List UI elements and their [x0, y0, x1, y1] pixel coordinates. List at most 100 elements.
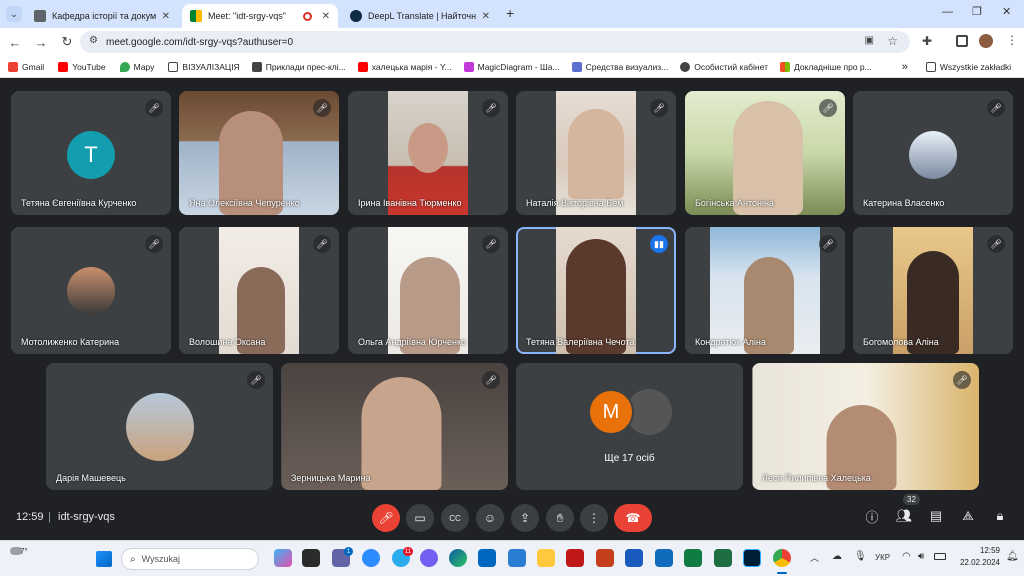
taskbar-search[interactable]: ⌕ Wyszukaj — [121, 548, 259, 570]
excel-icon[interactable] — [684, 549, 702, 567]
omnibox[interactable]: ⚙ meet.google.com/idt-srgy-vqs?authuser=… — [80, 31, 910, 53]
mic-off-icon: 🎤︎ — [819, 99, 837, 117]
maximize-button[interactable]: ❐ — [972, 5, 982, 18]
participant-tile[interactable]: 🎤︎ Кондратюк Аліна — [685, 227, 845, 354]
bookmark-pres[interactable]: Приклади прес-клі... — [251, 61, 346, 72]
participant-video — [388, 227, 468, 354]
participant-tile[interactable]: T 🎤︎ Тетяна Євгеніївна Курченко — [11, 91, 171, 215]
mic-toggle-button[interactable]: 🎤︎ — [372, 504, 400, 532]
tab-meet[interactable]: Meet: "idt-srgy-vqs" ✕ — [182, 4, 338, 28]
bookmark-folder[interactable]: ВІЗУАЛІЗАЦІЯ — [168, 61, 240, 72]
back-button[interactable]: ← — [4, 31, 26, 53]
all-bookmarks[interactable]: Wszystkie zakładki — [925, 61, 1011, 72]
tray-cloud-icon[interactable]: ☁︎ — [832, 551, 842, 562]
bookmark-microsoft[interactable]: Докладніше про р... — [779, 61, 872, 72]
photoshop-icon[interactable] — [743, 549, 761, 567]
raise-hand-button[interactable]: ✋︎ — [546, 504, 574, 532]
participant-tile[interactable]: 🎤︎ Катерина Власенко — [853, 91, 1013, 215]
reload-button[interactable]: ↻ — [56, 31, 78, 53]
notifications-icon[interactable]: 🔔︎ — [1006, 551, 1019, 562]
youtube-icon — [58, 61, 69, 72]
profile-avatar[interactable] — [979, 34, 993, 48]
word-icon[interactable] — [625, 549, 643, 567]
participant-tile[interactable]: 🎤︎ Яна Олексіївна Чепуренко — [179, 91, 339, 215]
tab-search-button[interactable]: ⌄ — [6, 6, 22, 22]
bookmarks-overflow[interactable]: » — [902, 61, 908, 73]
participant-name: Ольга Андріївна Юрченко — [358, 337, 467, 347]
site-info-icon[interactable]: ⚙ — [89, 35, 98, 46]
participant-tile[interactable]: 🎤︎ Леся Пилипівна Халецька — [752, 363, 979, 490]
activities-icon[interactable]: ⟁ — [957, 505, 979, 527]
tab-deepl[interactable]: DeepL Translate | Найточніший ✕ — [342, 4, 498, 28]
more-participants-tile[interactable]: M Ще 17 осіб — [516, 363, 743, 490]
edge-icon[interactable] — [449, 549, 467, 567]
weather-widget[interactable]: 7° — [8, 547, 34, 571]
copilot-icon[interactable] — [274, 549, 292, 567]
tray-mic-icon[interactable]: 🎙︎ — [854, 551, 867, 562]
info-icon[interactable]: ⓘ — [861, 505, 883, 527]
word-online-icon[interactable] — [508, 549, 526, 567]
camera-toggle-button[interactable]: ▭ — [406, 504, 434, 532]
extensions-icon[interactable]: ✚ — [922, 34, 934, 48]
camera-icon[interactable]: ▣ — [865, 35, 874, 46]
menu-icon[interactable]: ⋮ — [1006, 33, 1018, 47]
chat-icon[interactable]: ▤ — [925, 505, 947, 527]
participant-tile-active-speaker[interactable]: ▮▮ Тетяна Валеріївна Чечота — [516, 227, 676, 354]
clock[interactable]: 12:59 22.02.2024 — [950, 546, 1000, 567]
forward-button[interactable]: → — [30, 31, 52, 53]
host-controls-icon[interactable]: 🔒︎ — [989, 505, 1011, 527]
tray-overflow-icon[interactable]: ︿ — [810, 551, 819, 564]
bookmark-youtube[interactable]: YouTube — [58, 61, 106, 72]
bookmark-youtube-2[interactable]: халецька марія - Y... — [357, 61, 452, 72]
mcafee-icon[interactable] — [566, 549, 584, 567]
participant-tile[interactable]: 🎤︎ Зерницька Марина — [281, 363, 508, 490]
powerpoint-icon[interactable] — [596, 549, 614, 567]
tab-title: Кафедра історії та документозн — [52, 11, 156, 21]
captions-button[interactable]: CC — [441, 504, 469, 532]
close-icon[interactable]: ✕ — [322, 11, 330, 22]
participant-video — [219, 227, 299, 354]
zoom-icon[interactable] — [362, 549, 380, 567]
bookmark-visualization[interactable]: Средства визуализ... — [571, 61, 668, 72]
participant-tile[interactable]: 🎤︎ Богінська Антоніна — [685, 91, 845, 215]
close-icon[interactable]: ✕ — [162, 11, 170, 22]
start-button[interactable] — [96, 551, 112, 567]
outlook-icon[interactable] — [655, 549, 673, 567]
bookmark-gmail[interactable]: Gmail — [8, 61, 44, 72]
tab-kafedra[interactable]: Кафедра історії та документозн ✕ — [26, 4, 178, 28]
participant-tile[interactable]: 🎤︎ Ірина Іванівна Тюрменко — [348, 91, 508, 215]
bookmark-magicdiagram[interactable]: MagicDiagram - Ша... — [463, 61, 560, 72]
close-icon[interactable]: ✕ — [482, 11, 490, 22]
taskview-icon[interactable] — [302, 549, 320, 567]
participant-tile[interactable]: 🎤︎ Богомолова Аліна — [853, 227, 1013, 354]
divider: | — [48, 511, 51, 523]
bookmark-maps[interactable]: Mapy — [119, 61, 154, 72]
minimize-button[interactable]: — — [942, 6, 953, 18]
participant-tile[interactable]: 🎤︎ Мотолиженко Катерина — [11, 227, 171, 354]
participant-tile[interactable]: 🎤︎ Волошина Оксана — [179, 227, 339, 354]
participant-tile[interactable]: 🎤︎ Наталія Вікторівна Бем — [516, 91, 676, 215]
file-explorer-icon[interactable] — [537, 549, 555, 567]
people-icon[interactable]: 👥︎ — [893, 505, 915, 527]
leave-call-button[interactable]: ☎︎ — [614, 504, 652, 532]
battery-icon[interactable] — [934, 553, 946, 560]
search-placeholder: Wyszukaj — [141, 554, 181, 564]
close-window-button[interactable]: ✕ — [1002, 5, 1011, 18]
participant-tile[interactable]: 🎤︎ Ольга Андріївна Юрченко — [348, 227, 508, 354]
participant-tile[interactable]: 🎤︎ Дарія Машевець — [46, 363, 273, 490]
bookmark-cabinet[interactable]: Особистий кабінет — [680, 61, 768, 72]
present-button[interactable]: ⇪ — [511, 504, 539, 532]
chrome-icon[interactable] — [773, 549, 791, 567]
store-icon[interactable] — [478, 549, 496, 567]
language-indicator[interactable]: УКР — [875, 553, 890, 562]
wifi-icon[interactable]: ◠ — [902, 551, 911, 562]
excel-2-icon[interactable] — [714, 549, 732, 567]
star-icon[interactable]: ☆ — [887, 34, 898, 48]
meeting-time: 12:59 — [16, 511, 44, 523]
volume-icon[interactable]: 🔊︎ — [918, 551, 924, 562]
more-options-button[interactable]: ⋮ — [580, 504, 608, 532]
viber-icon[interactable] — [420, 549, 438, 567]
emoji-button[interactable]: ☺ — [476, 504, 504, 532]
new-tab-button[interactable]: + — [506, 5, 514, 21]
sidepanel-icon[interactable] — [956, 35, 968, 47]
